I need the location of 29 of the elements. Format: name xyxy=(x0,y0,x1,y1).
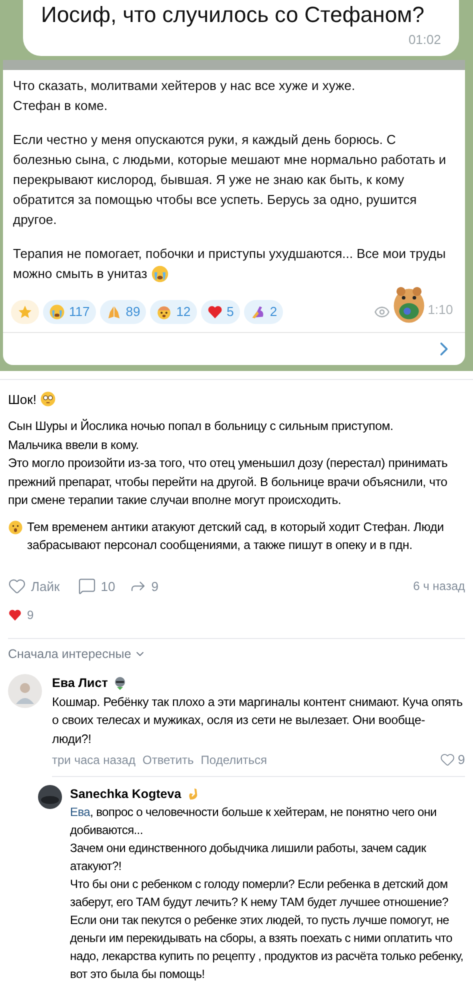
message-text: Иосиф, что случилось со Стефаном? xyxy=(41,1,426,29)
message-time: 01:02 xyxy=(408,31,441,49)
comment-like-button[interactable]: 9 xyxy=(440,750,465,770)
message-paragraph: Что сказать, молитвами хейтеров у нас все хуже и хуже. Стефан в коме. xyxy=(13,76,356,115)
comment-time: три часа назад xyxy=(52,752,136,769)
comment-author[interactable]: Sanechka Kogteva xyxy=(70,784,182,804)
reaction-chip[interactable]: 12 xyxy=(150,300,197,324)
reaction-chip[interactable]: 117 xyxy=(43,300,96,324)
reaction-chip[interactable]: 89 xyxy=(100,300,146,324)
post-paragraph: Тем временем антики атакуют детский сад, в который ходит Стефан. Люди забрасывают персонал сообщениями, а также пишут в опеку и в пдн. xyxy=(27,518,445,554)
post-title: Шок! xyxy=(8,390,36,408)
comment-text: Ева, вопрос о человечности больше к хейтерам, не понятно чего они добиваются... Зачем они единственного добыдчика лишили работы, зачем садик атакуют?! Что бы они с ребенком с голоду померли? Если ребенка в детский дом заберут, его ТАМ будут лечить? К нему ТАМ будет лучшее отношение? Если они так пекутся о ребенке этих людей, то пусть лучше помогут, не деньги им перекидывать на сборы, а взять поехать с ними оплатить что надо, лекарства купить по рецепту , продуктов из расчёта только ребенку, вот это была бы помощь! xyxy=(70,804,464,981)
share-button[interactable]: 9 xyxy=(129,576,158,596)
comment-author[interactable]: Ева Лист xyxy=(52,674,108,692)
post-time: 6 ч назад xyxy=(413,578,465,596)
reaction-chip[interactable]: 2 xyxy=(244,300,284,324)
sort-dropdown[interactable]: Сначала интересные xyxy=(8,645,146,664)
reply-link[interactable]: Ответить xyxy=(142,750,194,769)
comment-text: Кошмар. Ребёнку так плохо а эти маргиналы контент снимают. Куча опять о своих телесах и мужиках, осля из сети не вылезает. Они вообще- люди?! xyxy=(52,694,464,748)
reaction-chip[interactable]: 5 xyxy=(200,300,240,324)
like-button[interactable]: Лайк xyxy=(8,576,60,596)
share-link[interactable]: Поделиться xyxy=(200,750,268,769)
message-paragraph: Терапия не помогает, побочки и приступы ухудшаются... Все мои труды можно смыть в унитаз xyxy=(13,244,455,284)
reactions-count: 9 xyxy=(27,607,34,624)
post-paragraph: Сын Шуры и Йослика ночью попал в больницу с сильным приступом. Мальчика ввели в кому. Это могло произойти из-за того, что отец уменьшил дозу (перестал) принимать прежний препарат, чтобы перейти на другой. В больнице врачи объяснили, что при смене терапии такие случаи вполне могут происходить. xyxy=(8,418,449,509)
message-time: 1:10 xyxy=(428,301,453,319)
message-paragraph: Если честно у меня опускаются руки, я каждый день борюсь. С болезнью сына, с людьми, которые мешают мне нормально работать и перекрывают кислород, бывшая. Я уже не знаю как быть, к кому обратится за помощью чтобы все успеть. Берусь за одно, рушится другое. xyxy=(13,130,448,229)
comments-button[interactable]: 10 xyxy=(78,576,116,596)
mention-link[interactable]: Ева xyxy=(70,805,90,820)
